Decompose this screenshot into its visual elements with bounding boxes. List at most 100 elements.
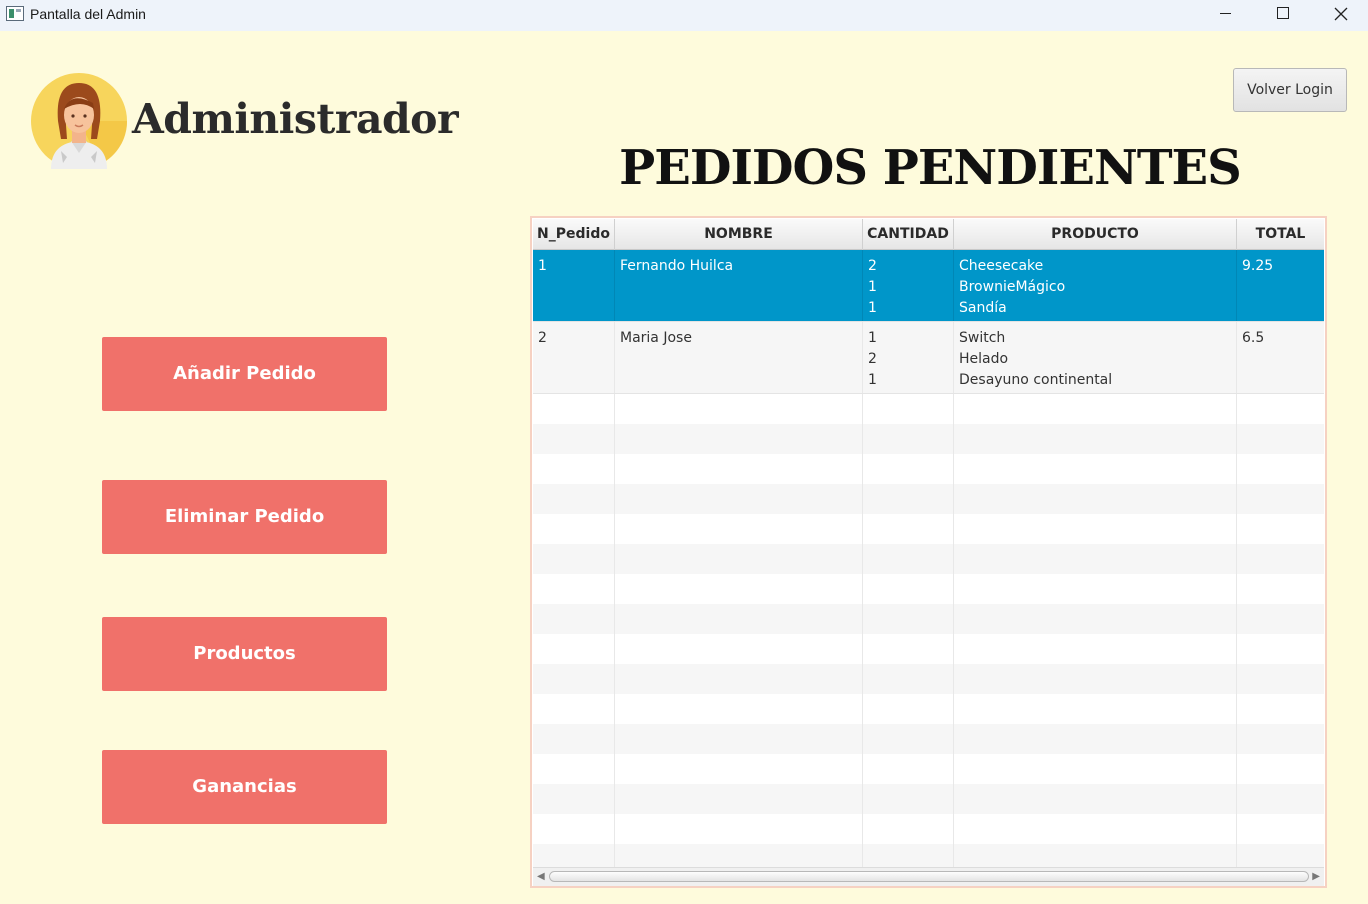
back-to-login-button[interactable]: Volver Login <box>1233 68 1347 112</box>
empty-cell <box>533 844 615 867</box>
cell-cantidad: 1 2 1 <box>863 322 954 393</box>
empty-row <box>533 484 1324 514</box>
empty-cell <box>1237 514 1324 544</box>
empty-cell <box>1237 754 1324 784</box>
empty-cell <box>1237 424 1324 454</box>
empty-cell <box>615 394 863 424</box>
empty-cell <box>533 754 615 784</box>
empty-cell <box>954 514 1237 544</box>
empty-cell <box>863 844 954 867</box>
empty-cell <box>1237 634 1324 664</box>
empty-cell <box>863 724 954 754</box>
column-header-total[interactable]: TOTAL <box>1237 219 1324 250</box>
column-header-n-pedido[interactable]: N_Pedido <box>533 219 615 250</box>
empty-cell <box>615 634 863 664</box>
table-row[interactable]: 1 Fernando Huilca 2 1 1 Cheesecake Brown… <box>533 250 1324 322</box>
empty-row <box>533 454 1324 484</box>
empty-cell <box>954 844 1237 867</box>
empty-cell <box>863 484 954 514</box>
empty-cell <box>954 724 1237 754</box>
empty-cell <box>954 694 1237 724</box>
empty-cell <box>533 484 615 514</box>
title-bar: Pantalla del Admin <box>0 0 1368 31</box>
empty-row <box>533 664 1324 694</box>
column-header-producto[interactable]: PRODUCTO <box>954 219 1237 250</box>
empty-row <box>533 814 1324 844</box>
empty-cell <box>954 754 1237 784</box>
empty-cell <box>863 514 954 544</box>
empty-cell <box>615 574 863 604</box>
empty-cell <box>533 664 615 694</box>
empty-cell <box>954 664 1237 694</box>
empty-cell <box>1237 394 1324 424</box>
empty-cell <box>533 394 615 424</box>
cell-total: 9.25 <box>1242 258 1274 274</box>
empty-cell <box>1237 604 1324 634</box>
empty-cell <box>1237 694 1324 724</box>
empty-cell <box>863 784 954 814</box>
empty-cell <box>954 604 1237 634</box>
close-button[interactable] <box>1312 0 1368 31</box>
window-title: Pantalla del Admin <box>30 6 146 22</box>
empty-cell <box>615 484 863 514</box>
empty-cell <box>1237 454 1324 484</box>
horizontal-scrollbar[interactable]: ◀ ▶ <box>533 867 1324 886</box>
empty-cell <box>615 514 863 544</box>
empty-row <box>533 844 1324 867</box>
scroll-right-icon[interactable]: ▶ <box>1312 872 1320 882</box>
empty-cell <box>615 784 863 814</box>
cell-total: 6.5 <box>1242 330 1265 346</box>
empty-cell <box>1237 484 1324 514</box>
table-row[interactable]: 2 Maria Jose 1 2 1 Switch Helado Desayun… <box>533 322 1324 394</box>
empty-cell <box>615 604 863 634</box>
empty-cell <box>1237 544 1324 574</box>
empty-cell <box>533 544 615 574</box>
empty-cell <box>615 844 863 867</box>
scrollbar-thumb[interactable] <box>549 871 1309 882</box>
cell-producto: Switch Helado Desayuno continental <box>954 322 1237 393</box>
empty-cell <box>954 634 1237 664</box>
table-body: 1 Fernando Huilca 2 1 1 Cheesecake Brown… <box>533 250 1324 867</box>
empty-cell <box>533 724 615 754</box>
page-title: PEDIDOS PENDIENTES <box>619 140 1242 196</box>
empty-cell <box>615 814 863 844</box>
empty-cell <box>533 454 615 484</box>
empty-cell <box>954 454 1237 484</box>
scroll-left-icon[interactable]: ◀ <box>537 872 545 882</box>
empty-cell <box>1237 664 1324 694</box>
empty-row <box>533 694 1324 724</box>
empty-row <box>533 394 1324 424</box>
column-header-cantidad[interactable]: CANTIDAD <box>863 219 954 250</box>
products-button[interactable]: Productos <box>102 617 387 691</box>
empty-cell <box>1237 574 1324 604</box>
maximize-button[interactable] <box>1254 0 1312 31</box>
empty-cell <box>863 754 954 784</box>
empty-cell <box>533 634 615 664</box>
empty-cell <box>863 664 954 694</box>
empty-row <box>533 424 1324 454</box>
empty-cell <box>1237 844 1324 867</box>
admin-title: Administrador <box>132 95 459 143</box>
cell-nombre: Maria Jose <box>615 322 863 393</box>
user-avatar-icon <box>31 73 127 169</box>
earnings-button[interactable]: Ganancias <box>102 750 387 824</box>
cell-cantidad: 2 1 1 <box>863 250 954 321</box>
orders-table[interactable]: N_Pedido NOMBRE CANTIDAD PRODUCTO TOTAL … <box>530 216 1327 888</box>
empty-cell <box>533 424 615 454</box>
delete-order-button[interactable]: Eliminar Pedido <box>102 480 387 554</box>
empty-cell <box>863 634 954 664</box>
empty-row <box>533 544 1324 574</box>
empty-cell <box>615 544 863 574</box>
empty-row <box>533 604 1324 634</box>
empty-cell <box>615 454 863 484</box>
empty-cell <box>954 424 1237 454</box>
empty-cell <box>533 814 615 844</box>
empty-row <box>533 514 1324 544</box>
minimize-button[interactable] <box>1196 0 1254 31</box>
close-icon <box>1334 7 1348 21</box>
column-header-nombre[interactable]: NOMBRE <box>615 219 863 250</box>
add-order-button[interactable]: Añadir Pedido <box>102 337 387 411</box>
empty-cell <box>533 604 615 634</box>
empty-row <box>533 634 1324 664</box>
cell-nombre: Fernando Huilca <box>615 250 863 321</box>
